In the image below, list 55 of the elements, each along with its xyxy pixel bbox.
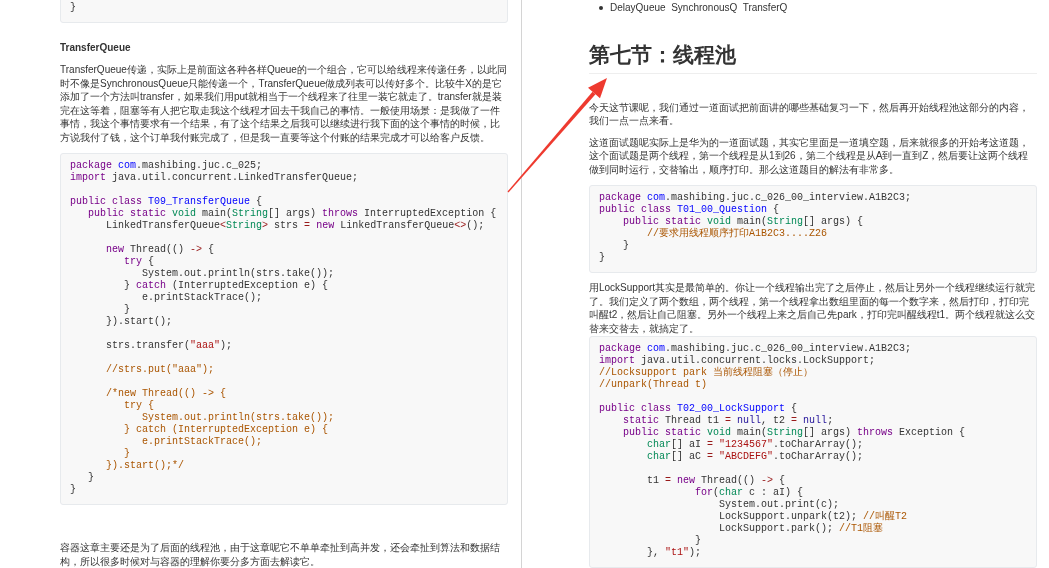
- code-line: public static void main(String[] args) throws Exception {: [623, 427, 966, 439]
- code-line: strs.transfer("aaa");: [106, 340, 233, 352]
- code-line: public static void main(String[] args) throws InterruptedException {: [88, 208, 497, 220]
- code-line: } catch (InterruptedException e) {: [124, 280, 329, 292]
- paragraph: 用LockSupport其实是最简单的。你让一个线程输出完了之后停止，然后让另外一个线程继续运行就完了。我们定义了两个数组，两个线程，第一个线程拿出数组里面的每一个数字来，然后打印，打印完叫醒t2，然后让自己阻塞。另外一个线程上来之后自己先park，打印完叫醒线程t1。两个线程就这么交替来交替去，就搞定了。: [589, 281, 1037, 335]
- code-line: e.printStackTrace();: [142, 292, 263, 304]
- paragraph: TransferQueue传递，实际上是前面这各种各样Queue的一个组合，它可以给线程来传递任务，以此同时不像是SynchronousQueue只能传递一个，TransferQueue做成列表可以传好多个。比较牛X的是它添加了一个方法叫transfer，如果我们用put就相当于一个线程来了往里一装它就走了。transfer就是装完在这等着，阻塞等有人把它取走我这个线程才回去干我自己的事情。一般使用场景：是我做了一件事情，我这个事情要求有一个结果，有了这个结果之后我可以继续进行我下面的这个事情的时候，比方说我付了钱，这个订单我付账完成了，但是我一直要等这个付账的结果完成才可以给客户反馈。: [60, 63, 508, 144]
- code-line: /*new Thread(() -> {: [106, 388, 227, 400]
- code-line: System.out.println(strs.take());: [142, 412, 335, 424]
- code-line: package com.mashibing.juc.c_026_00_interview.A1B2C3;: [599, 192, 912, 204]
- code-line: }: [70, 484, 76, 496]
- code-line: char[] aC = "ABCDEFG".toCharArray();: [647, 451, 864, 463]
- code-line: }: [124, 304, 131, 316]
- code-line: }, "t1");: [647, 547, 702, 559]
- code-line: package com.mashibing.juc.c_025;: [70, 160, 263, 172]
- code-line: }: [124, 448, 131, 460]
- code-line: t1 = new Thread(() -> {: [647, 475, 786, 487]
- paragraph: 这道面试题呢实际上是华为的一道面试题，其实它里面是一道填空题，后来就很多的开始考这道题，这个面试题是两个线程，第一个线程是从1到26，第二个线程是从A到一直到Z，然后要让这两个线程做到同时运行，交替输出，顺序打印。那么这道题目的解法有非常多。: [589, 135, 1030, 176]
- code-line: e.printStackTrace();: [142, 436, 263, 448]
- code-line: //要求用线程顺序打印A1B2C3....Z26: [647, 228, 828, 240]
- code-line: //unpark(Thread t): [599, 379, 708, 391]
- code-line: public class T09_TransferQueue {: [70, 196, 263, 208]
- code-line: } catch (InterruptedException e) {: [124, 424, 329, 436]
- code-line: static Thread t1 = null, t2 = null;: [623, 415, 834, 427]
- code-line: import java.util.concurrent.locks.LockSupport;: [599, 355, 876, 367]
- code-line: char[] aI = "1234567".toCharArray();: [647, 439, 864, 451]
- code-line: }).start();*/: [106, 460, 185, 472]
- code-line: try {: [124, 256, 155, 268]
- code-line: System.out.println(strs.take());: [142, 268, 335, 280]
- code-line: }: [88, 472, 95, 484]
- code-line: LockSupport.park(); //T1阻塞: [719, 523, 884, 535]
- subheading: TransferQueue: [60, 41, 131, 55]
- code-line: try {: [124, 400, 155, 412]
- code-line: import java.util.concurrent.LinkedTransferQueue;: [70, 172, 359, 184]
- code-line: }: [599, 252, 605, 264]
- code-line: for(char c : aI) {: [695, 487, 804, 499]
- code-line: package com.mashibing.juc.c_026_00_interview.A1B2C3;: [599, 343, 912, 355]
- code-line: LockSupport.unpark(t2); //叫醒T2: [719, 511, 908, 522]
- code-line: new Thread(() -> {: [106, 244, 215, 256]
- paragraph: 容器这章主要还是为了后面的线程池，由于这章呢它不单单牵扯到高并发，还会牵扯到算法和数据结构，所以很多时候对与容器的理解你要分多方面去解读它。: [60, 541, 501, 568]
- chapter-heading: 第七节：线程池: [589, 41, 736, 68]
- code-line: }: [623, 240, 630, 252]
- code-line: public class T02_00_LockSupport {: [599, 403, 798, 415]
- code-line: }: [70, 2, 76, 14]
- list-item: DelayQueue SynchronousQ TransferQ: [610, 1, 788, 15]
- code-line: //strs.put("aaa");: [106, 364, 215, 376]
- code-line: }: [695, 535, 702, 547]
- code-line: public class T01_00_Question {: [599, 204, 780, 216]
- code-line: }).start();: [106, 316, 173, 328]
- paragraph: 今天这节课呢，我们通过一道面试把前面讲的哪些基础复习一下，然后再开始线程池这部分的内容，我们一点一点来看。: [589, 100, 1030, 128]
- code-line: //Locksupport park 当前线程阻塞（停止）: [599, 367, 814, 379]
- code-line: System.out.print(c);: [719, 499, 840, 511]
- bullet-icon: [599, 5, 603, 10]
- code-line: LinkedTransferQueue<String> strs = new LinkedTransferQueue<>();: [106, 220, 485, 232]
- code-line: public static void main(String[] args) {: [623, 216, 864, 227]
